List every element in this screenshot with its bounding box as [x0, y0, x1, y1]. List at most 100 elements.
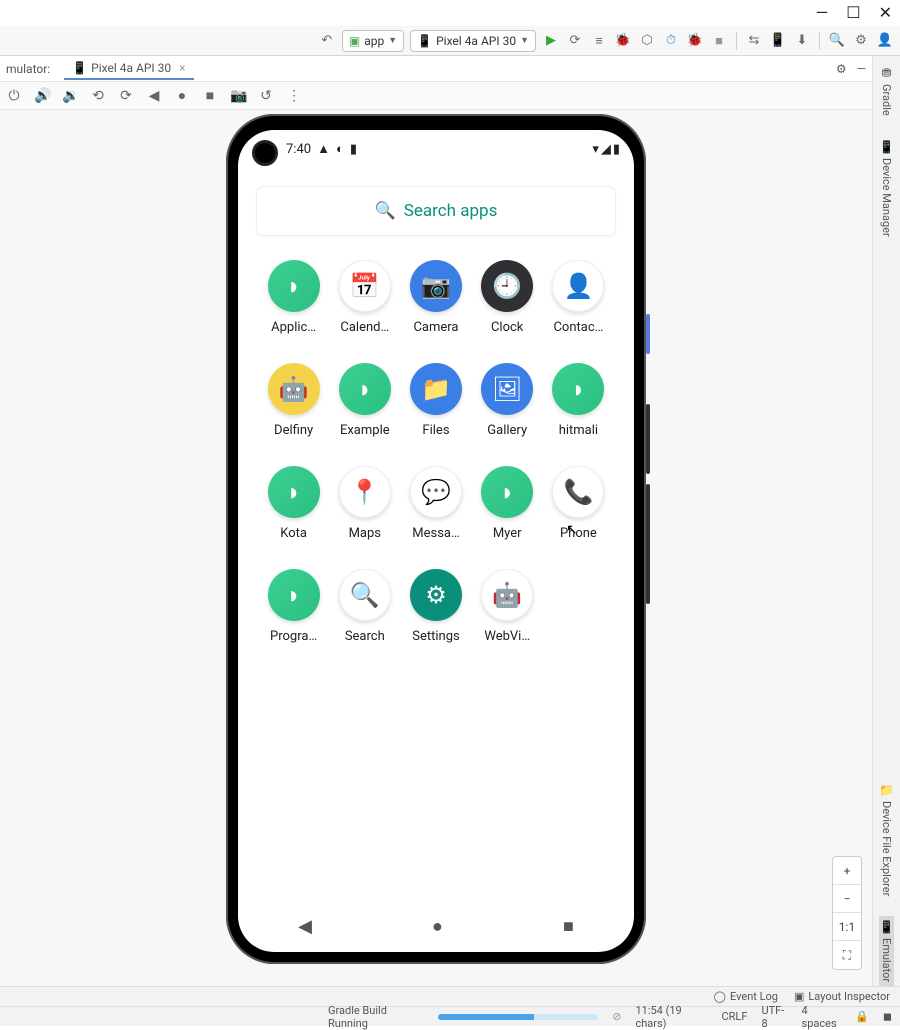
- app-label: Example: [340, 423, 390, 438]
- signal-icon: ◢: [601, 142, 611, 157]
- back-nav-icon[interactable]: ◀: [146, 88, 162, 104]
- apply-changes-icon[interactable]: ⟳: [566, 32, 584, 50]
- app-icon: 📍: [339, 466, 391, 518]
- app-kota[interactable]: ◗Kota: [262, 466, 325, 541]
- line-ending[interactable]: CRLF: [721, 1010, 747, 1023]
- nav-back-icon[interactable]: ◀: [298, 916, 312, 937]
- app-camera[interactable]: 📷Camera: [404, 260, 467, 335]
- right-tab-device-file-explorer[interactable]: 📁Device File Explorer: [879, 779, 894, 900]
- status-icon-3: ▮: [350, 142, 357, 157]
- account-icon[interactable]: 👤: [876, 32, 894, 50]
- search-apps-field[interactable]: 🔍 Search apps: [256, 186, 616, 236]
- app-gallery[interactable]: 🖼Gallery: [476, 363, 539, 438]
- run-icon[interactable]: ▶: [542, 32, 560, 50]
- app-label: hitmali: [559, 423, 598, 438]
- emulator-tab[interactable]: 📱 Pixel 4a API 30 ×: [64, 58, 193, 80]
- app-applic[interactable]: ◗Applic…: [262, 260, 325, 335]
- sdk-manager-icon[interactable]: ⬇: [793, 32, 811, 50]
- app-messa[interactable]: 💬Messa…: [404, 466, 467, 541]
- phone-screen[interactable]: 7:40 ▲ ◐ ▮ ▾ ◢ ▮ 🔍 Search apps ◗Applic…📅…: [238, 130, 634, 952]
- sync-icon[interactable]: ⇆: [745, 32, 763, 50]
- coverage-icon[interactable]: ⬡: [638, 32, 656, 50]
- event-log-button[interactable]: ◯Event Log: [714, 990, 778, 1003]
- attach-debugger-icon[interactable]: 🐞: [686, 32, 704, 50]
- stop-icon[interactable]: ■: [710, 32, 728, 50]
- apply-code-icon[interactable]: ≡: [590, 32, 608, 50]
- app-icon: 🕘: [481, 260, 533, 312]
- emulator-toolbar: ⏻ 🔊 🔉 ⟲ ⟳ ◀ ● ■ 📷 ↺ ⋮: [0, 82, 872, 110]
- right-tab-emulator[interactable]: 📱Emulator: [879, 916, 894, 986]
- app-files[interactable]: 📁Files: [404, 363, 467, 438]
- tab-hide-icon[interactable]: —: [857, 62, 866, 76]
- close-tab-icon[interactable]: ×: [179, 61, 185, 75]
- profiler-icon[interactable]: ⏱: [662, 32, 680, 50]
- phone-side-button-1: [646, 314, 650, 354]
- volume-down-icon[interactable]: 🔉: [62, 88, 78, 104]
- android-nav-bar: ◀ ● ■: [238, 906, 634, 946]
- zoom-fit-button[interactable]: ⛶: [833, 941, 861, 969]
- app-webvi[interactable]: 🤖WebVi…: [476, 569, 539, 644]
- nav-overview-icon[interactable]: ■: [563, 916, 574, 937]
- app-calend[interactable]: 📅Calend…: [333, 260, 396, 335]
- search-magnifier-icon: 🔍: [375, 201, 396, 221]
- back-arrow-icon[interactable]: ↶: [318, 32, 336, 50]
- app-contac[interactable]: 👤Contac…: [547, 260, 610, 335]
- volume-up-icon[interactable]: 🔊: [34, 88, 50, 104]
- app-hitmali[interactable]: ◗hitmali: [547, 363, 610, 438]
- home-nav-icon[interactable]: ●: [174, 87, 190, 104]
- app-myer[interactable]: ◗Myer: [476, 466, 539, 541]
- battery-icon: ▮: [613, 142, 620, 157]
- app-progra[interactable]: ◗Progra…: [262, 569, 325, 644]
- lock-icon[interactable]: 🔒: [855, 1010, 869, 1023]
- app-clock[interactable]: 🕘Clock: [476, 260, 539, 335]
- app-icon: 📷: [410, 260, 462, 312]
- window-close-icon[interactable]: ✕: [879, 3, 892, 22]
- app-icon: ◗: [268, 260, 320, 312]
- layout-inspector-button[interactable]: ▣Layout Inspector: [794, 990, 890, 1003]
- screenshot-icon[interactable]: 📷: [230, 88, 246, 104]
- snapshot-icon[interactable]: ↺: [258, 88, 274, 104]
- nav-home-icon[interactable]: ●: [432, 916, 443, 937]
- phone-frame: 7:40 ▲ ◐ ▮ ▾ ◢ ▮ 🔍 Search apps ◗Applic…📅…: [226, 114, 646, 964]
- wifi-icon: ▾: [592, 142, 599, 157]
- app-label: Contac…: [553, 320, 603, 335]
- zoom-in-button[interactable]: +: [833, 857, 861, 885]
- right-tab-device-manager[interactable]: 📱Device Manager: [879, 136, 894, 241]
- app-search[interactable]: 🔍Search: [333, 569, 396, 644]
- gradle-cancel-icon[interactable]: ⊘: [612, 1010, 621, 1023]
- debug-icon[interactable]: 🐞: [614, 32, 632, 50]
- tab-gear-icon[interactable]: ⚙: [836, 62, 847, 76]
- app-delfiny[interactable]: 🤖Delfiny: [262, 363, 325, 438]
- avd-manager-icon[interactable]: 📱: [769, 32, 787, 50]
- window-maximize-icon[interactable]: ☐: [846, 3, 860, 22]
- zoom-out-button[interactable]: −: [833, 885, 861, 913]
- rotate-left-icon[interactable]: ⟲: [90, 88, 106, 104]
- app-label: WebVi…: [484, 629, 530, 644]
- power-icon[interactable]: ⏻: [6, 88, 22, 104]
- app-icon: 📞: [552, 466, 604, 518]
- more-icon[interactable]: ⋮: [286, 88, 302, 104]
- phone-side-button-2: [646, 404, 650, 474]
- main-toolbar: ↶ ▣ app ▼ 📱 Pixel 4a API 30 ▼ ▶ ⟳ ≡ 🐞 ⬡ …: [0, 26, 900, 56]
- device-dropdown[interactable]: 📱 Pixel 4a API 30 ▼: [410, 30, 536, 52]
- app-example[interactable]: ◗Example: [333, 363, 396, 438]
- zoom-1to1-button[interactable]: 1:1: [833, 913, 861, 941]
- rotate-right-icon[interactable]: ⟳: [118, 88, 134, 104]
- app-icon: ◗: [268, 466, 320, 518]
- app-label: Maps: [349, 526, 381, 541]
- app-maps[interactable]: 📍 Maps: [333, 466, 396, 541]
- window-minimize-icon[interactable]: —: [816, 3, 829, 22]
- overview-nav-icon[interactable]: ■: [202, 87, 218, 104]
- settings-icon[interactable]: ⚙: [852, 32, 870, 50]
- run-config-label: app: [364, 34, 384, 48]
- right-tab-gradle[interactable]: ⛃Gradle: [880, 62, 893, 120]
- run-config-dropdown[interactable]: ▣ app ▼: [342, 30, 404, 52]
- app-icon: ◗: [268, 569, 320, 621]
- app-label: Files: [422, 423, 449, 438]
- app-phone[interactable]: 📞Phone: [547, 466, 610, 541]
- emulator-tab-label: Pixel 4a API 30: [91, 61, 171, 75]
- search-icon[interactable]: 🔍: [828, 32, 846, 50]
- notification-icon[interactable]: ◼: [883, 1010, 892, 1023]
- app-settings[interactable]: ⚙Settings: [404, 569, 467, 644]
- app-drawer-grid: ◗Applic…📅Calend…📷Camera🕘Clock👤Contac… 🤖De…: [262, 260, 610, 644]
